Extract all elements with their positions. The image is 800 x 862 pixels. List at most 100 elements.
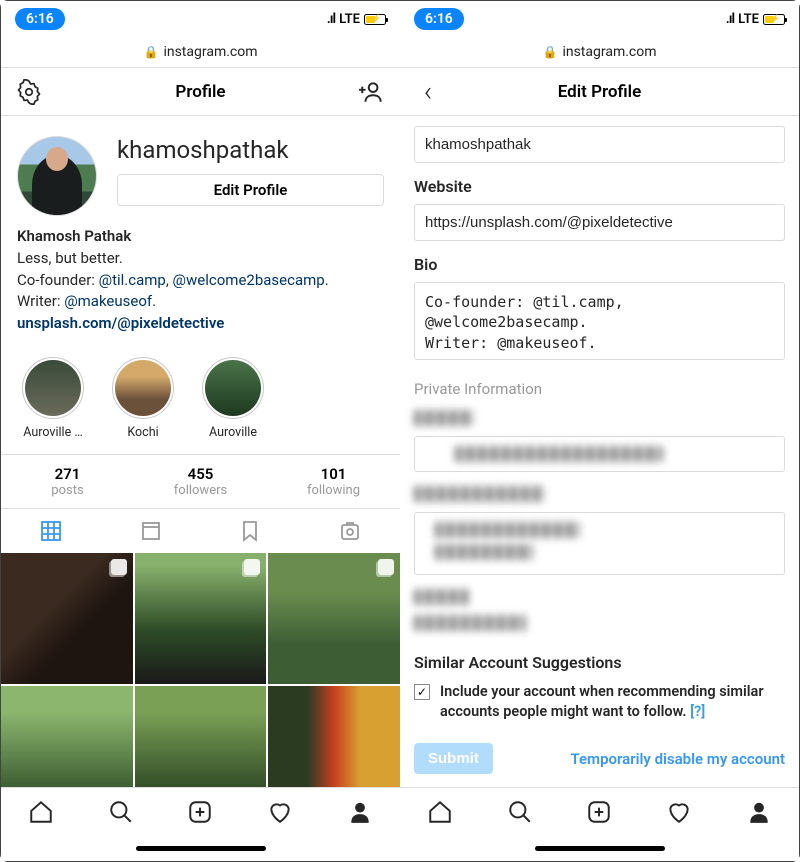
add-user-icon	[359, 79, 385, 105]
photo-grid	[1, 553, 400, 787]
photo-thumb[interactable]	[268, 686, 400, 787]
highlight-item[interactable]: Auroville	[197, 357, 269, 440]
tab-grid[interactable]	[1, 519, 101, 543]
url-domain: instagram.com	[163, 44, 257, 60]
tab-saved[interactable]	[201, 519, 301, 543]
status-bar: 6:16 .ıl LTE ⚡	[400, 1, 799, 37]
highlight-label: Auroville …	[17, 425, 89, 440]
nav-home[interactable]	[400, 788, 480, 835]
url-bar[interactable]: 🔒 instagram.com	[400, 37, 799, 68]
stat-following[interactable]: 101 following	[267, 455, 400, 508]
plus-square-icon	[187, 799, 213, 825]
photo-thumb[interactable]	[135, 686, 267, 787]
edit-profile-button[interactable]: Edit Profile	[117, 174, 384, 206]
similar-accounts-title: Similar Account Suggestions	[414, 653, 785, 672]
home-indicator[interactable]	[1, 835, 400, 861]
highlight-circle	[112, 357, 174, 419]
stat-label: followers	[134, 483, 267, 498]
private-info-heading: Private Information	[414, 380, 785, 398]
search-icon	[108, 799, 134, 825]
network-label: LTE	[339, 12, 360, 27]
discover-people-button[interactable]	[348, 79, 396, 105]
nav-activity[interactable]	[240, 788, 320, 835]
stat-posts[interactable]: 271 posts	[1, 455, 134, 508]
highlights-row: Auroville … Kochi Auroville	[1, 351, 400, 455]
tab-tagged[interactable]	[300, 519, 400, 543]
similar-accounts-text: Include your account when recommending s…	[440, 682, 785, 721]
status-time: 6:16	[15, 8, 65, 30]
bio-period2: .	[152, 292, 156, 310]
stats-row: 271 posts 455 followers 101 following	[1, 455, 400, 509]
bio-link-basecamp[interactable]: @welcome2basecamp	[173, 271, 325, 289]
stat-followers[interactable]: 455 followers	[134, 455, 267, 508]
redacted-value	[414, 615, 526, 631]
multi-post-icon	[111, 559, 127, 575]
settings-button[interactable]	[5, 79, 53, 105]
gear-icon	[16, 79, 42, 105]
signal-icon: .ıl	[327, 11, 335, 27]
back-button[interactable]: ‹	[404, 78, 452, 106]
nav-search[interactable]	[81, 788, 161, 835]
bio-label: Bio	[414, 255, 785, 274]
bio-cofounder-line: Co-founder: @til.camp, @welcome2basecamp…	[17, 270, 384, 292]
help-link[interactable]: [?]	[690, 703, 705, 720]
bio-link-makeuseof[interactable]: @makeuseof	[64, 292, 152, 310]
signal-icon: .ıl	[726, 11, 734, 27]
bio-sep: ,	[166, 271, 173, 289]
bio-cofounder-prefix: Co-founder:	[17, 271, 99, 289]
multi-post-icon	[378, 559, 394, 575]
photo-thumb[interactable]	[1, 553, 133, 685]
nav-search[interactable]	[480, 788, 560, 835]
bio-tagline: Less, but better.	[17, 248, 384, 270]
highlight-label: Auroville	[197, 425, 269, 440]
redacted-input[interactable]	[414, 512, 785, 575]
bio-writer-prefix: Writer:	[17, 292, 64, 310]
avatar[interactable]	[17, 136, 97, 216]
nav-profile[interactable]	[320, 788, 400, 835]
highlight-item[interactable]: Auroville …	[17, 357, 89, 440]
grid-icon	[39, 519, 63, 543]
chevron-left-icon: ‹	[424, 78, 432, 106]
status-time: 6:16	[414, 8, 464, 30]
tab-feed[interactable]	[101, 519, 201, 543]
photo-thumb[interactable]	[135, 553, 267, 685]
bio-link-tilcamp[interactable]: @til.camp	[99, 271, 166, 289]
user-icon	[347, 799, 373, 825]
home-icon	[427, 799, 453, 825]
profile-pane: 6:16 .ıl LTE ⚡ 🔒 instagram.com Profile k…	[1, 1, 400, 861]
photo-thumb[interactable]	[1, 686, 133, 787]
bio-website-link[interactable]: unsplash.com/@pixeldetective	[17, 313, 384, 335]
submit-button[interactable]: Submit	[414, 743, 493, 774]
feed-icon	[139, 519, 163, 543]
url-bar[interactable]: 🔒 instagram.com	[1, 37, 400, 68]
bottom-nav	[400, 787, 799, 835]
nav-profile[interactable]	[719, 788, 799, 835]
edit-form: Website Bio Co-founder: @til.camp, @welc…	[400, 116, 799, 787]
redacted-input[interactable]	[414, 436, 785, 472]
highlight-item[interactable]: Kochi	[107, 357, 179, 440]
search-icon	[507, 799, 533, 825]
full-name: Khamosh Pathak	[17, 226, 384, 248]
plus-square-icon	[586, 799, 612, 825]
nav-header: Profile	[1, 68, 400, 116]
disable-account-link[interactable]: Temporarily disable my account	[570, 750, 785, 768]
highlight-circle	[22, 357, 84, 419]
nav-new-post[interactable]	[161, 788, 241, 835]
nav-activity[interactable]	[639, 788, 719, 835]
profile-top: khamoshpathak Edit Profile	[1, 116, 400, 226]
stat-label: posts	[1, 483, 134, 498]
network-label: LTE	[738, 12, 759, 27]
highlight-circle	[202, 357, 264, 419]
nav-home[interactable]	[1, 788, 81, 835]
website-input[interactable]	[414, 204, 785, 241]
username-input[interactable]	[414, 126, 785, 163]
nav-new-post[interactable]	[560, 788, 640, 835]
edit-profile-pane: 6:16 .ıl LTE ⚡ 🔒 instagram.com ‹ Edit Pr…	[400, 1, 799, 861]
home-indicator[interactable]	[400, 835, 799, 861]
nav-title: Profile	[175, 82, 225, 102]
photo-thumb[interactable]	[268, 553, 400, 685]
bookmark-icon	[238, 519, 262, 543]
bio-input[interactable]: Co-founder: @til.camp, @welcome2basecamp…	[414, 282, 785, 360]
similar-accounts-checkbox[interactable]: ✓	[414, 684, 430, 700]
username: khamoshpathak	[117, 136, 384, 164]
